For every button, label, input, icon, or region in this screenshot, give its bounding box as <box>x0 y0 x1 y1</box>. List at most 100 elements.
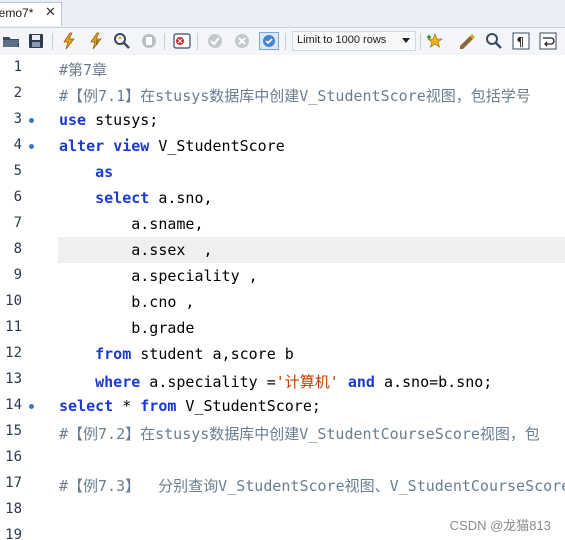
code-text: as <box>59 163 113 181</box>
bookmark-icon[interactable] <box>425 32 445 50</box>
svg-text:I: I <box>96 39 98 47</box>
beautify-icon[interactable] <box>457 32 477 50</box>
code-text: #【例7.3】 分别查询V_StudentScore视图、V_StudentCo… <box>59 475 565 496</box>
sql-keyword: select <box>59 397 114 415</box>
rollback-icon[interactable] <box>232 32 252 50</box>
code-text: #第7章 <box>59 59 107 80</box>
toolbar-separator <box>164 33 165 50</box>
sql-token: a.speciality = <box>140 373 276 391</box>
code-text: a.sname, <box>59 215 204 233</box>
code-line[interactable]: 2 #【例7.1】在stusys数据库中创建V_StudentScore视图，包括… <box>0 81 565 107</box>
sql-token: a.sname, <box>59 215 204 233</box>
code-line[interactable]: 7 a.sname, <box>0 211 565 237</box>
execute-icon[interactable] <box>59 32 79 50</box>
sql-editor[interactable]: 1 #第7章 2 #【例7.1】在stusys数据库中创建V_StudentScore… <box>0 55 565 540</box>
line-number: 19 <box>5 527 22 540</box>
line-number: 7 <box>13 215 22 231</box>
sql-string: '计算机' <box>275 373 339 391</box>
code-line[interactable]: 16 <box>0 445 565 471</box>
commit-icon[interactable] <box>205 32 225 50</box>
statement-marker-icon[interactable] <box>29 144 34 149</box>
sql-token: V_StudentScore; <box>176 397 321 415</box>
code-text: b.grade <box>59 319 194 337</box>
watermark: CSDN @龙猫813 <box>449 518 551 533</box>
line-number: 10 <box>5 293 22 309</box>
line-number: 5 <box>13 163 22 179</box>
sql-keyword: from <box>95 345 132 363</box>
line-number: 2 <box>13 85 22 101</box>
close-icon[interactable]: ✕ <box>45 5 56 20</box>
code-line[interactable]: 17 #【例7.3】 分别查询V_StudentScore视图、V_Student… <box>0 471 565 497</box>
code-line[interactable]: 4 alter view V_StudentScore <box>0 133 565 159</box>
sql-keyword: use <box>59 111 87 129</box>
code-line[interactable]: 13 where a.speciality ='计算机' and a.sno=b… <box>0 367 565 393</box>
code-text: alter view V_StudentScore <box>59 137 285 155</box>
code-line[interactable]: 5 as <box>0 159 565 185</box>
stop-icon[interactable] <box>139 32 159 50</box>
sql-token: a.ssex , <box>59 241 213 259</box>
save-icon[interactable] <box>26 32 46 50</box>
sql-token: b.cno , <box>59 293 195 311</box>
invisible-chars-icon[interactable]: ¶ <box>511 32 531 50</box>
line-number: 9 <box>13 267 22 283</box>
code-line[interactable]: 15 #【例7.2】在stusys数据库中创建V_StudentCourseSco… <box>0 419 565 445</box>
autocommit-icon[interactable] <box>259 32 279 50</box>
code-line[interactable]: 8 a.ssex , <box>0 237 565 263</box>
sql-token: * <box>113 397 141 415</box>
explain-icon[interactable] <box>112 32 132 50</box>
sql-token: a.speciality , <box>59 267 258 285</box>
chevron-down-icon <box>402 38 410 43</box>
sql-comment: #【例7.3】 分别查询V_StudentScore视图、V_StudentCo… <box>59 477 565 495</box>
tab-strip: demo7* ✕ <box>0 0 565 28</box>
sql-keyword: as <box>95 163 114 181</box>
line-number: 8 <box>13 241 22 257</box>
code-line[interactable]: 12 from student a,score b <box>0 341 565 367</box>
sql-keyword: view <box>113 137 150 155</box>
code-text: from student a,score b <box>59 345 294 363</box>
line-number: 18 <box>5 501 22 517</box>
code-text: #【例7.1】在stusys数据库中创建V_StudentScore视图，包括学… <box>59 85 531 106</box>
code-text: select * from V_StudentScore; <box>59 397 321 415</box>
line-number: 16 <box>5 449 22 465</box>
sql-comment: #第7章 <box>59 61 108 79</box>
sql-token: stusys; <box>86 111 159 129</box>
code-text: a.speciality , <box>59 267 258 285</box>
code-text: use stusys; <box>59 111 158 129</box>
code-text: b.cno , <box>59 293 194 311</box>
code-line[interactable]: 6 select a.sno, <box>0 185 565 211</box>
sql-token: student a,score b <box>131 345 294 363</box>
statement-marker-icon[interactable] <box>29 118 34 123</box>
limit-rows-select[interactable]: Limit to 1000 rows <box>292 31 416 51</box>
sql-token: b.grade <box>59 319 195 337</box>
line-number: 15 <box>5 423 22 439</box>
statement-marker-icon[interactable] <box>29 404 34 409</box>
sql-keyword: where <box>95 373 141 391</box>
code-line[interactable]: 3 use stusys; <box>0 107 565 133</box>
code-line[interactable]: 11 b.grade <box>0 315 565 341</box>
code-text: #【例7.2】在stusys数据库中创建V_StudentCourseScore… <box>59 423 540 444</box>
sql-token: a.sno=b.sno; <box>374 373 493 391</box>
line-number: 17 <box>5 475 22 491</box>
sql-keyword: alter <box>59 137 105 155</box>
code-text: select a.sno, <box>59 189 212 207</box>
tab-demo7[interactable]: demo7* ✕ <box>0 2 62 26</box>
svg-text:¶: ¶ <box>517 35 525 49</box>
search-icon[interactable] <box>484 32 504 50</box>
code-line[interactable]: 9 a.speciality , <box>0 263 565 289</box>
toggle-continue-icon[interactable] <box>172 32 192 50</box>
wrap-icon[interactable] <box>538 32 558 50</box>
code-line[interactable]: 10 b.cno , <box>0 289 565 315</box>
toolbar-separator <box>52 33 53 50</box>
line-number: 1 <box>13 59 22 75</box>
code-line[interactable]: 1 #第7章 <box>0 55 565 81</box>
code-line[interactable]: 14 select * from V_StudentScore; <box>0 393 565 419</box>
line-number: 14 <box>5 397 22 413</box>
sql-keyword: select <box>95 189 150 207</box>
folder-open-icon[interactable] <box>1 32 21 50</box>
line-number: 13 <box>5 371 22 387</box>
execute-current-icon[interactable]: I <box>86 32 106 50</box>
